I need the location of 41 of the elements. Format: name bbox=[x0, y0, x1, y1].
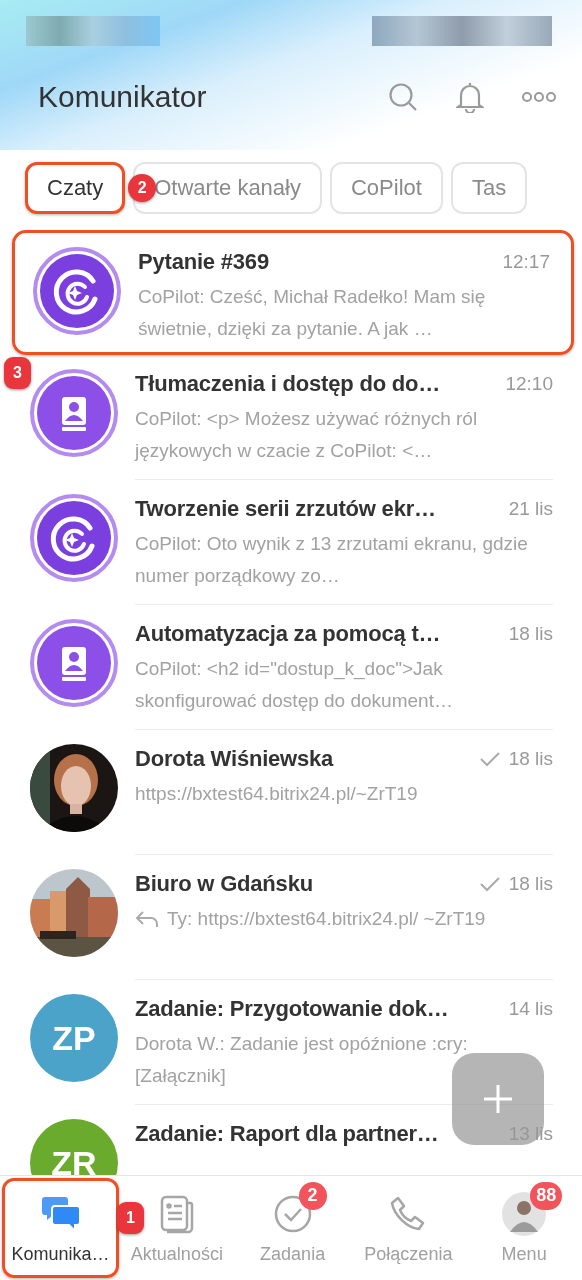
callout-number: 1 bbox=[117, 1202, 144, 1234]
count-badge: 2 bbox=[298, 1181, 327, 1210]
nav-tab[interactable]: Komunika… bbox=[2, 1178, 119, 1278]
count-badge: 88 bbox=[530, 1181, 563, 1210]
chat-time: 18 lis bbox=[508, 623, 553, 645]
chat-row[interactable]: Biuro w Gdańsku 18 lis Ty: https://bxtest64.bitrix24.pl/ ~ZrT19 bbox=[0, 855, 582, 980]
chat-row[interactable]: Dorota Wiśniewska 18 lis https://bxtest64.bitrix24.pl/~ZrT19 bbox=[0, 730, 582, 855]
news-icon bbox=[158, 1193, 195, 1234]
chat-preview: CoPilot: <p> Możesz używać różnych ról językowych w czacie z CoPilot: <… bbox=[135, 407, 479, 463]
chat-time: 14 lis bbox=[508, 998, 553, 1020]
chat-time: 12:10 bbox=[505, 373, 553, 395]
chat-time: 18 lis bbox=[508, 873, 553, 895]
callout-number: 2 bbox=[128, 174, 157, 202]
chat-title: Dorota Wiśniewska bbox=[135, 746, 335, 772]
chat-preview: https://bxtest64.bitrix24.pl/~ZrT19 bbox=[135, 782, 419, 806]
callout-number: 3 bbox=[4, 357, 31, 389]
plus-icon bbox=[483, 1084, 513, 1114]
chat-title: Biuro w Gdańsku bbox=[135, 871, 314, 897]
chat-preview: CoPilot: <h2 id="dostup_k_doc">Jak skonfigurować dostęp do dokument… bbox=[135, 657, 454, 713]
initials-avatar: ZP bbox=[30, 994, 118, 1082]
chat-row[interactable]: Pytanie #369 12:17 CoPilot: Cześć, Michał Radełko! Mam się świetnie, dzięki za pytanie. A jak … bbox=[12, 230, 574, 355]
chat-title: Automatyzacja za pomocą t… bbox=[135, 621, 442, 647]
chat-title: Pytanie #369 bbox=[138, 249, 270, 275]
chat-title: Zadanie: Raport dla partner… bbox=[135, 1121, 440, 1147]
chat-preview: CoPilot: Oto wynik z 13 zrzutami ekranu, gdzie numer porządkowy zo… bbox=[135, 532, 529, 588]
chat-preview: Ty: https://bxtest64.bitrix24.pl/ ~ZrT19 bbox=[167, 907, 487, 931]
chat-row[interactable]: Automatyzacja za pomocą t… 18 lis CoPilot: <h2 id="dostup_k_doc">Jak skonfigurować dostęp do dokument… bbox=[0, 605, 582, 730]
bell-icon[interactable] bbox=[456, 81, 484, 113]
chat-row[interactable]: Tworzenie serii zrzutów ekr… 21 lis CoPilot: Oto wynik z 13 zrzutami ekranu, gdzie numer porządkowy zo… bbox=[0, 480, 582, 605]
chat-title: Zadanie: Przygotowanie dok… bbox=[135, 996, 450, 1022]
more-icon[interactable] bbox=[522, 91, 556, 103]
chat-title: Tworzenie serii zrzutów ekr… bbox=[135, 496, 437, 522]
chat-preview: CoPilot: Cześć, Michał Radełko! Mam się świetnie, dzięki za pytanie. A jak … bbox=[138, 285, 487, 341]
chat-time: 18 lis bbox=[508, 748, 553, 770]
chat-preview: Dorota W.: Zadanie jest opóźnione :cry: [Załącznik] bbox=[135, 1032, 469, 1088]
chat-title: Tłumaczenia i dostęp do do… bbox=[135, 371, 442, 397]
search-icon[interactable] bbox=[388, 82, 418, 112]
filter-tab[interactable]: Czaty bbox=[25, 162, 126, 214]
chat-time: 12:17 bbox=[502, 251, 550, 273]
screen-title: Komunikator bbox=[38, 80, 208, 114]
chat-time: 21 lis bbox=[508, 498, 553, 520]
